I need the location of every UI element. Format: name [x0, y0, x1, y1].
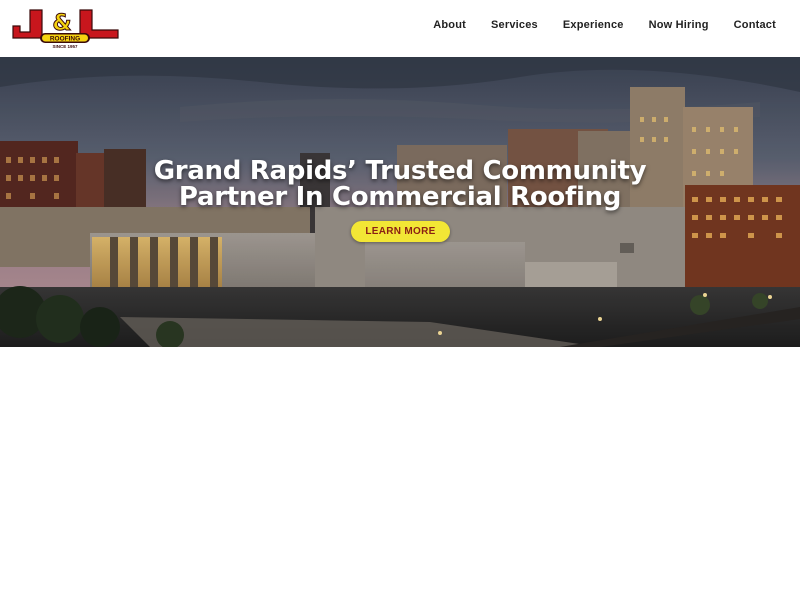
learn-more-button[interactable]: LEARN MORE [351, 221, 450, 242]
site-header: & ROOFING SINCE 1957 About Services Expe… [0, 0, 800, 57]
logo-badge-text: ROOFING [50, 35, 80, 42]
nav-now-hiring[interactable]: Now Hiring [649, 19, 709, 31]
hero-banner: Grand Rapids’ Trusted Community Partner … [0, 57, 800, 347]
nav-services[interactable]: Services [491, 19, 538, 31]
nav-about[interactable]: About [433, 19, 466, 31]
hero-title-line-1: Grand Rapids’ Trusted Community [153, 156, 647, 186]
hero-title-line-2: Partner In Commercial Roofing [178, 182, 622, 212]
nav-experience[interactable]: Experience [563, 19, 624, 31]
nav-contact[interactable]: Contact [734, 19, 776, 31]
hero-headline: Grand Rapids’ Trusted Community Partner … [0, 158, 800, 210]
svg-text:&: & [52, 11, 71, 36]
page-body [0, 347, 800, 600]
jl-roofing-logo[interactable]: & ROOFING SINCE 1957 [10, 6, 122, 50]
logo-since-text: SINCE 1957 [52, 44, 78, 49]
main-nav: About Services Experience Now Hiring Con… [433, 19, 776, 31]
